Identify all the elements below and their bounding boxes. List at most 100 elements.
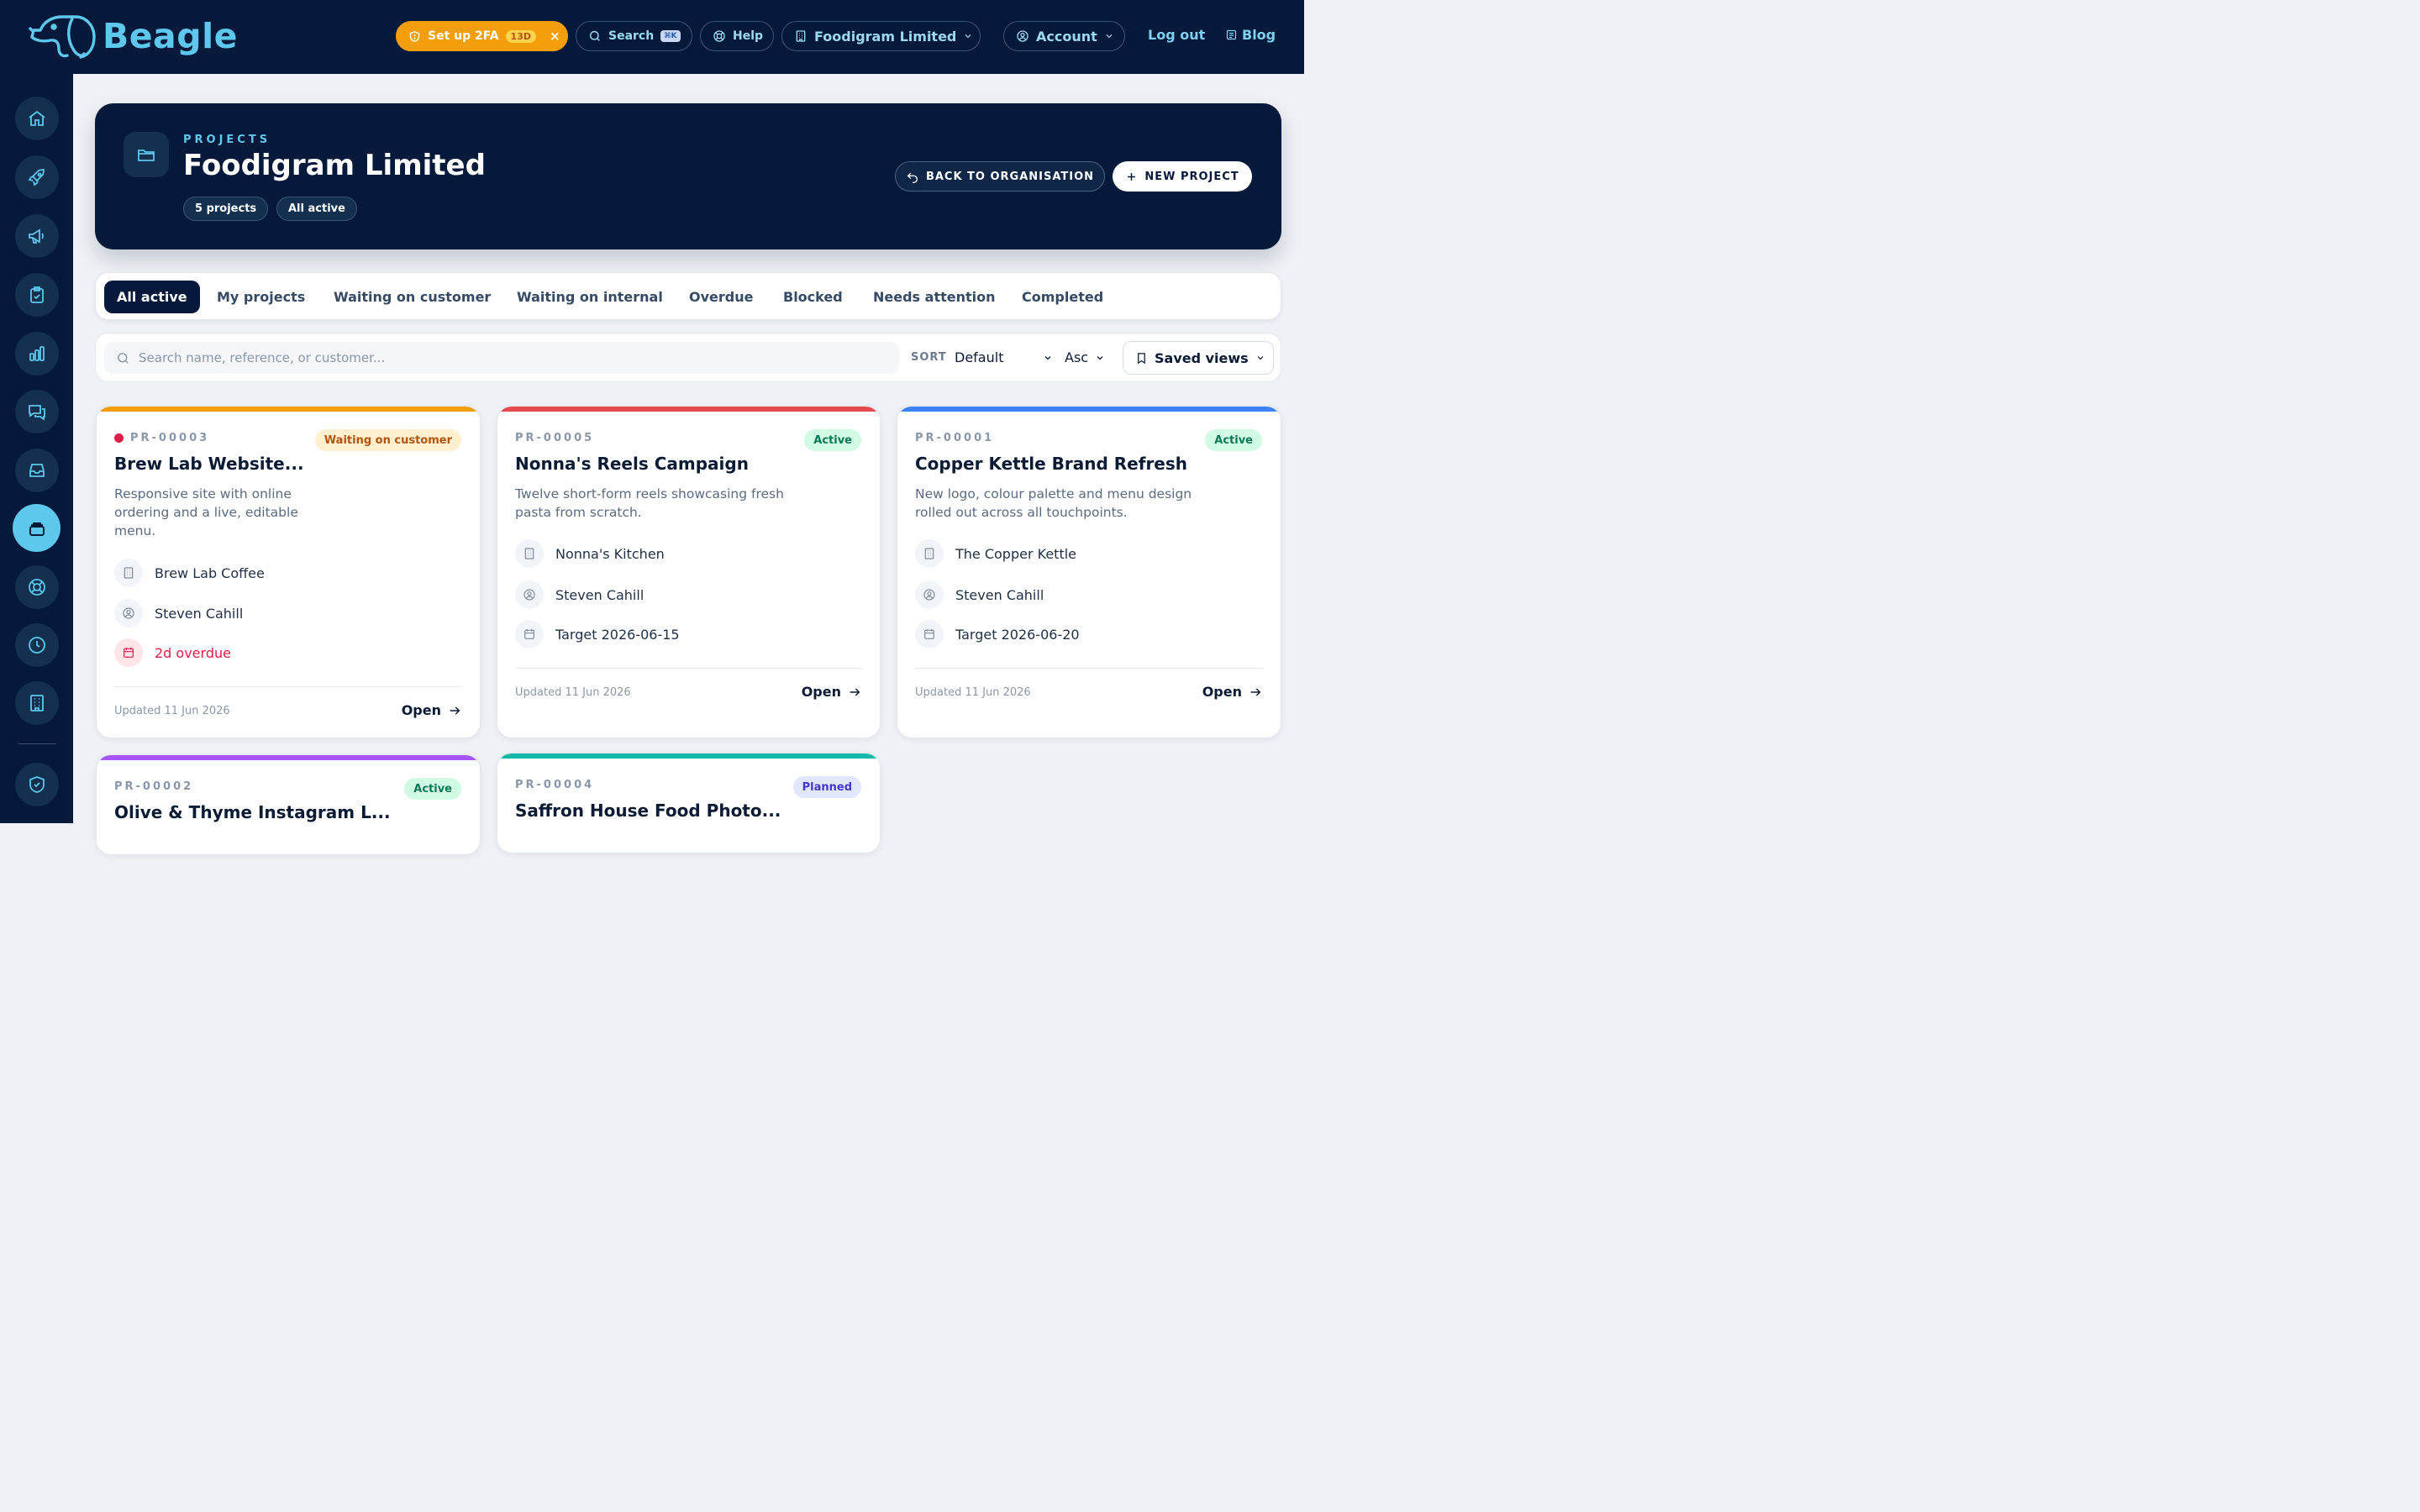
sidebar-item-organisations[interactable] [15,681,59,725]
new-project-button[interactable]: NEW PROJECT [1113,161,1252,192]
project-description: New logo, colour palette and menu design… [915,485,1192,522]
calendar-icon [915,620,944,648]
project-title[interactable]: Olive & Thyme Instagram L... [114,802,391,822]
chevron-down-icon [1044,355,1051,360]
sidebar-item-inbox[interactable] [15,449,59,492]
status-badge: Active [804,429,861,451]
description-line: pasta from scratch. [515,505,642,520]
bar-chart-icon [29,346,45,361]
tab-needs-attention[interactable]: Needs attention [860,281,1008,313]
tab-completed[interactable]: Completed [1009,281,1116,313]
sidebar-item-security[interactable] [15,763,59,806]
card-divider [515,668,862,669]
calendar-icon [515,620,544,648]
sidebar-item-time[interactable] [15,623,59,667]
status-color-bar [497,753,880,759]
open-project-button[interactable]: Open [802,684,861,700]
customer-row: Brew Lab Coffee [114,559,265,587]
target-date: Target 2026-06-20 [955,626,1080,643]
help-label: Help [733,29,764,43]
help-button[interactable]: Help [700,21,774,51]
close-icon[interactable]: × [550,29,560,44]
tab-overdue[interactable]: Overdue [676,281,765,313]
sidebar-item-reports[interactable] [15,332,59,375]
beagle-dog-icon [29,15,96,59]
project-card[interactable]: PR-00001 Active Copper Kettle Brand Refr… [897,406,1281,738]
project-title[interactable]: Nonna's Reels Campaign [515,454,749,474]
search-placeholder: Search name, reference, or customer... [139,350,386,365]
project-card[interactable]: PR-00003 Waiting on customer Brew Lab We… [96,406,481,738]
lifebuoy-icon [29,579,45,596]
project-title[interactable]: Brew Lab Website... [114,454,308,474]
page-title: Foodigram Limited [183,149,486,182]
shortcut-badge: ⌘K [660,30,681,42]
project-card[interactable]: PR-00002 Active Olive & Thyme Instagram … [96,754,481,855]
building-icon [915,539,944,568]
bookmark-icon [1138,352,1145,364]
reference-text: PR-00003 [130,432,210,444]
project-card[interactable]: PR-00004 Planned Saffron House Food Phot… [497,753,881,853]
project-title[interactable]: Saffron House Food Photo... [515,801,781,821]
status-color-bar [97,755,480,760]
project-description: Twelve short-form reels showcasing fresh… [515,485,784,522]
blog-link[interactable]: Blog [1225,27,1276,43]
tab-all-active[interactable]: All active [104,281,200,313]
sidebar-item-messages[interactable] [15,390,59,433]
open-label: Open [801,684,841,700]
status-color-bar [497,407,880,412]
shield-check-icon [29,776,45,793]
brand-name: Beagle [103,16,238,56]
building-icon [796,30,806,42]
sort-label: SORT [911,351,947,364]
project-reference: PR-00001 [915,432,994,444]
top-bar: Beagle Set up 2FA 13D × Search ⌘K Help F… [0,0,1304,74]
customer-name: Brew Lab Coffee [155,564,265,581]
setup-2fa-button[interactable]: Set up 2FA 13D × [396,21,568,51]
logout-link[interactable]: Log out [1148,27,1205,43]
sort-value: Default [955,349,1004,365]
project-card[interactable]: PR-00005 Active Nonna's Reels Campaign T… [497,406,881,738]
customer-name: The Copper Kettle [955,545,1076,562]
folder-icon [124,132,169,177]
tab-waiting-on-customer[interactable]: Waiting on customer [321,281,503,313]
sort-direction-value: Asc [1065,349,1089,365]
arrow-right-icon [1250,687,1261,696]
owner-row: Steven Cahill [915,580,1044,609]
project-reference: PR-00004 [515,779,594,791]
search-button[interactable]: Search ⌘K [576,21,692,51]
brand-logo[interactable]: Beagle [29,12,238,60]
sidebar-item-support[interactable] [15,565,59,609]
user-circle-icon [915,580,944,609]
building-icon [515,539,544,568]
tab-my-projects[interactable]: My projects [204,281,318,313]
saved-views-button[interactable]: Saved views [1123,341,1274,375]
clock-icon [29,637,45,654]
back-to-organisation-button[interactable]: BACK TO ORGANISATION [895,161,1105,192]
tab-waiting-on-internal[interactable]: Waiting on internal [504,281,676,313]
description-line: New logo, colour palette and menu design [915,486,1192,501]
user-circle-icon [1017,30,1028,42]
sidebar-item-home[interactable] [15,97,59,140]
tab-blocked[interactable]: Blocked [771,281,855,313]
owner-row: Steven Cahill [114,599,243,627]
status-badge: Active [1205,429,1262,451]
sidebar-item-tasks[interactable] [15,273,59,317]
sort-select[interactable]: Default [955,349,1053,365]
project-search-input[interactable]: Search name, reference, or customer... [104,342,899,374]
organisation-switcher[interactable]: Foodigram Limited [781,21,981,51]
open-project-button[interactable]: Open [1202,684,1262,700]
account-menu[interactable]: Account [1003,21,1125,51]
sort-direction-select[interactable]: Asc [1065,349,1105,365]
project-title[interactable]: Copper Kettle Brand Refresh [915,454,1187,474]
sidebar-item-projects[interactable] [13,504,60,552]
sidebar-item-launch[interactable] [15,155,59,199]
description-line: rolled out across all touchpoints. [915,505,1128,520]
blog-label: Blog [1242,27,1276,43]
open-project-button[interactable]: Open [402,702,461,718]
status-color-bar [97,407,480,412]
sidebar-item-campaigns[interactable] [15,214,59,258]
arrow-right-icon [450,706,460,715]
chat-bubbles-icon [29,405,45,421]
updated-text: Updated 11 Jun 2026 [915,686,1031,699]
arrow-right-icon [850,687,860,696]
